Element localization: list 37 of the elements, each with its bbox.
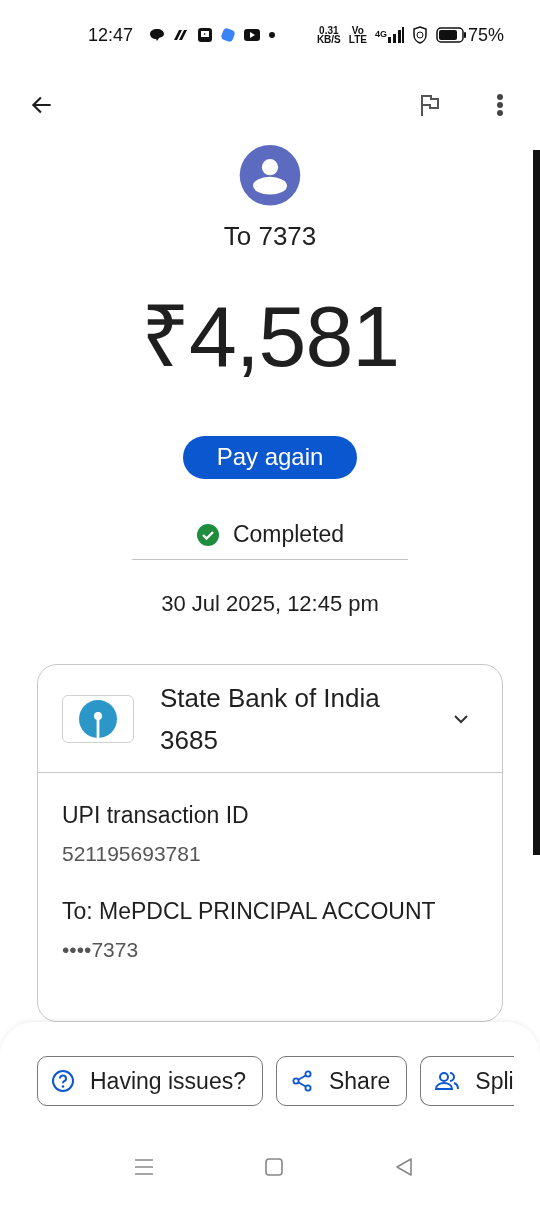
split-button[interactable]: Spli bbox=[420, 1056, 514, 1106]
clock: 12:47 bbox=[88, 24, 134, 46]
volte-label: Vo bbox=[351, 26, 364, 35]
signal-icon bbox=[387, 27, 404, 43]
volte-label: LTE bbox=[348, 35, 367, 44]
app-icon bbox=[221, 28, 236, 42]
net-speed: 0.31 bbox=[319, 26, 339, 35]
chat-icon bbox=[149, 28, 166, 42]
home-nav-icon[interactable] bbox=[264, 1157, 284, 1177]
bank-name: State Bank of India bbox=[160, 681, 381, 715]
video-icon bbox=[243, 28, 262, 42]
help-button[interactable]: Having issues? bbox=[37, 1056, 263, 1106]
help-icon bbox=[51, 1069, 75, 1093]
share-button[interactable]: Share bbox=[275, 1056, 408, 1106]
bank-logo-icon bbox=[62, 694, 134, 743]
battery-icon bbox=[435, 27, 466, 43]
back-nav-icon[interactable] bbox=[394, 1157, 414, 1177]
amount: ₹4,581 bbox=[140, 286, 400, 386]
account-number: 3685 bbox=[160, 723, 219, 757]
detail-value: 521195693781 bbox=[62, 841, 202, 867]
pay-again-button[interactable]: Pay again bbox=[183, 435, 357, 479]
transaction-date: 30 Jul 2025, 12:45 pm bbox=[161, 590, 379, 618]
screen-icon bbox=[197, 27, 214, 43]
people-icon bbox=[434, 1069, 461, 1093]
app-icon bbox=[173, 28, 190, 42]
detail-label: UPI transaction ID bbox=[62, 801, 250, 829]
dot-icon bbox=[269, 32, 276, 38]
detail-value: ••••7373 bbox=[62, 937, 140, 963]
net-speed-unit: KB/S bbox=[316, 35, 341, 44]
detail-label: To: MePDCL PRINCIPAL ACCOUNT bbox=[62, 897, 437, 925]
network-type: 4G bbox=[374, 29, 387, 39]
status-label: Completed bbox=[232, 521, 345, 548]
battery-percent: 75% bbox=[467, 24, 504, 46]
shield-icon bbox=[411, 26, 428, 44]
more-vertical-icon bbox=[496, 93, 504, 117]
flag-icon bbox=[419, 93, 441, 117]
payee-name: To 7373 bbox=[223, 220, 317, 251]
